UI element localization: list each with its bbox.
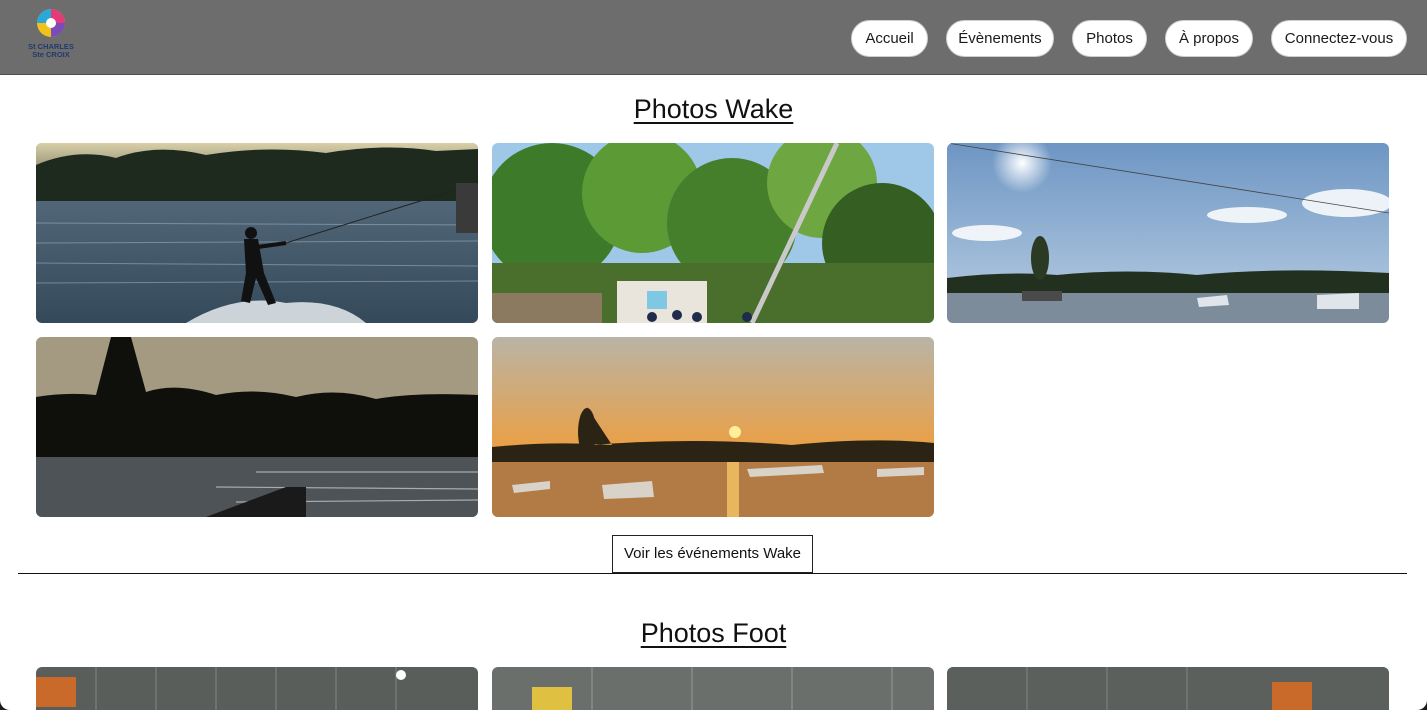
wake-photo-rider[interactable] xyxy=(36,143,478,323)
nav-a-propos-button[interactable]: À propos xyxy=(1165,20,1253,57)
foot-photo-3[interactable] xyxy=(947,667,1389,710)
section-divider xyxy=(18,573,1407,574)
wake-events-button[interactable]: Voir les événements Wake xyxy=(612,535,813,573)
nav-accueil-button[interactable]: Accueil xyxy=(851,20,928,57)
wake-photo-dusk[interactable] xyxy=(36,337,478,517)
nav-login-button[interactable]: Connectez-vous xyxy=(1271,20,1407,57)
wake-photo-sky[interactable] xyxy=(947,143,1389,323)
wake-photo-sunset[interactable] xyxy=(492,337,934,517)
nav-evenements-button[interactable]: Évènements xyxy=(946,20,1054,57)
wake-photo-trees[interactable] xyxy=(492,143,934,323)
st-charles-logo-icon[interactable]: St CHARLES Ste CROIX xyxy=(26,6,76,62)
navbar: St CHARLES Ste CROIX Accueil Évènements … xyxy=(0,0,1427,75)
svg-text:Ste CROIX: Ste CROIX xyxy=(32,50,70,59)
wake-section-title: Photos Wake xyxy=(633,94,794,124)
foot-photo-1[interactable] xyxy=(36,667,478,710)
foot-photo-2[interactable] xyxy=(492,667,934,710)
foot-section-title: Photos Foot xyxy=(640,618,787,648)
browser-page: St CHARLES Ste CROIX Accueil Évènements … xyxy=(0,0,1427,710)
nav-photos-button[interactable]: Photos xyxy=(1072,20,1147,57)
